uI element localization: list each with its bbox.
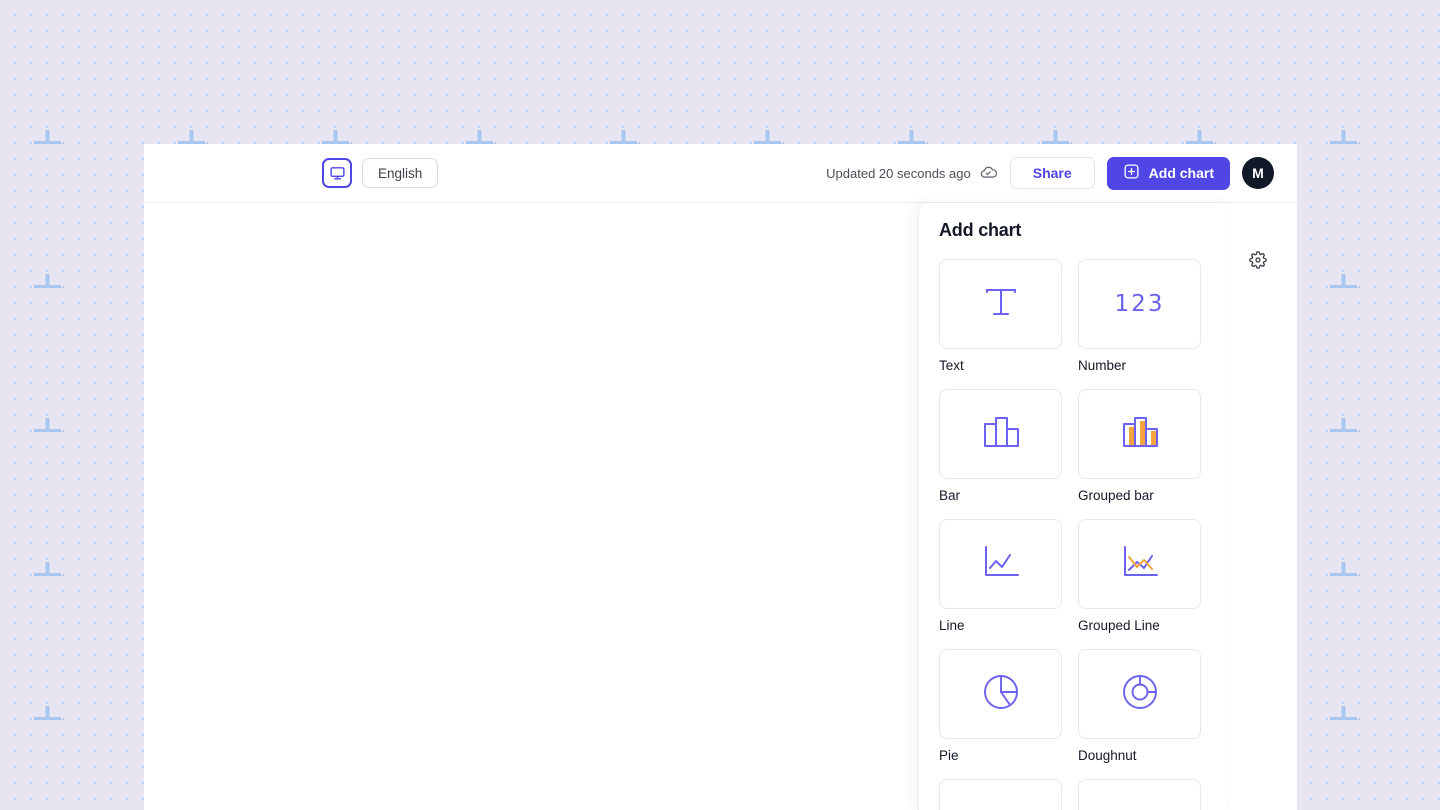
chart-type-grouped-bar[interactable]: Grouped bar	[1078, 389, 1201, 503]
monitor-icon	[329, 165, 346, 182]
chart-type-bar-label: Bar	[939, 488, 961, 503]
chart-type-partial-left-tile[interactable]	[939, 779, 1062, 810]
chart-type-line-tile[interactable]	[939, 519, 1062, 609]
chart-type-number-tile[interactable]: 123	[1078, 259, 1201, 349]
add-chart-panel: Add chart Text 123 Number Bar Grouped ba…	[918, 203, 1227, 810]
plus-square-icon	[1123, 163, 1140, 183]
chart-type-partial-right[interactable]	[1078, 779, 1201, 810]
doughnut-chart-icon	[1118, 670, 1162, 719]
chart-type-doughnut-tile[interactable]	[1078, 649, 1201, 739]
chart-type-text-tile[interactable]	[939, 259, 1062, 349]
chart-type-pie[interactable]: Pie	[939, 649, 1062, 763]
chart-type-number-label: Number	[1078, 358, 1127, 373]
avatar[interactable]: M	[1242, 157, 1274, 189]
chart-type-grouped-line-label: Grouped Line	[1078, 618, 1160, 633]
chart-type-grouped-line-tile[interactable]	[1078, 519, 1201, 609]
add-chart-label: Add chart	[1148, 165, 1214, 181]
language-selector-button[interactable]: English	[362, 158, 439, 188]
avatar-initial: M	[1252, 165, 1264, 181]
panel-title: Add chart	[939, 220, 1022, 240]
language-label: English	[378, 165, 423, 181]
dashboard-canvas[interactable]: Add chart Text 123 Number Bar Grouped ba…	[144, 203, 1297, 810]
header-left-group: English	[322, 158, 439, 188]
header-right-group: Updated 20 seconds ago Share Add chart M	[826, 156, 1274, 190]
device-preview-button[interactable]	[322, 158, 352, 188]
chart-type-line-label: Line	[939, 618, 965, 633]
chart-type-bar[interactable]: Bar	[939, 389, 1062, 503]
share-label: Share	[1032, 165, 1072, 181]
cloud-check-icon	[979, 164, 998, 183]
add-chart-button[interactable]: Add chart	[1106, 156, 1230, 190]
chart-type-grouped-bar-label: Grouped bar	[1078, 488, 1154, 503]
app-window: English Updated 20 seconds ago Share Add…	[144, 144, 1297, 810]
bar-chart-icon	[979, 412, 1023, 457]
chart-type-pie-tile[interactable]	[939, 649, 1062, 739]
chart-type-grid: Text 123 Number Bar Grouped bar Line Gro…	[939, 259, 1207, 810]
chart-type-doughnut[interactable]: Doughnut	[1078, 649, 1201, 763]
chart-type-partial-right-tile[interactable]	[1078, 779, 1201, 810]
text-t-icon	[982, 282, 1020, 327]
chart-type-pie-label: Pie	[939, 748, 959, 763]
pie-chart-icon	[979, 670, 1023, 719]
app-header: English Updated 20 seconds ago Share Add…	[144, 144, 1297, 203]
chart-type-bar-tile[interactable]	[939, 389, 1062, 479]
share-button[interactable]: Share	[1009, 157, 1095, 189]
chart-type-text[interactable]: Text	[939, 259, 1062, 373]
gear-icon[interactable]	[1249, 251, 1267, 269]
chart-type-grouped-bar-tile[interactable]	[1078, 389, 1201, 479]
grouped-bar-chart-icon	[1118, 412, 1162, 457]
updated-status-text: Updated 20 seconds ago	[826, 165, 971, 181]
grouped-line-chart-icon	[1118, 542, 1162, 587]
line-chart-icon	[979, 542, 1023, 587]
chart-type-line[interactable]: Line	[939, 519, 1062, 633]
chart-type-number[interactable]: 123 Number	[1078, 259, 1201, 373]
chart-type-doughnut-label: Doughnut	[1078, 748, 1137, 763]
chart-type-partial-left[interactable]	[939, 779, 1062, 810]
chart-type-grouped-line[interactable]: Grouped Line	[1078, 519, 1201, 633]
desktop-canvas-background: English Updated 20 seconds ago Share Add…	[0, 0, 1440, 810]
number-123-icon: 123	[1114, 291, 1165, 317]
chart-type-text-label: Text	[939, 358, 964, 373]
